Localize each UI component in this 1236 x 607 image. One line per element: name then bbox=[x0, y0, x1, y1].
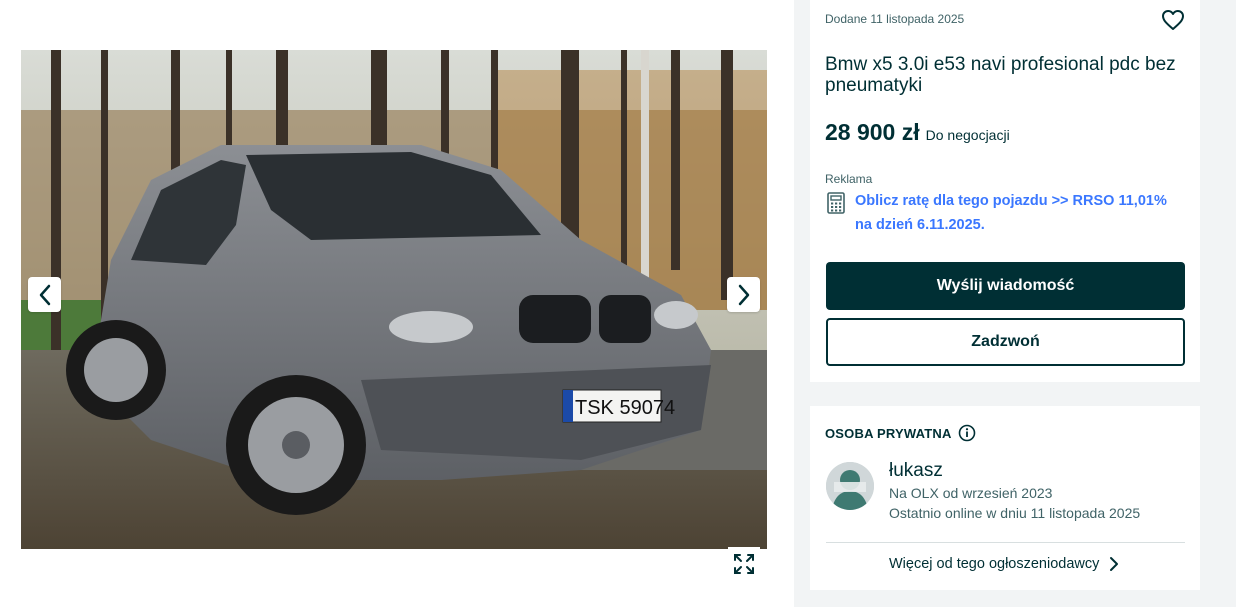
seller-type: OSOBA PRYWATNA bbox=[825, 424, 976, 442]
photo-gallery: TSK 59074 bbox=[0, 0, 794, 607]
gallery-prev-button[interactable] bbox=[28, 277, 61, 312]
license-plate-text: TSK 59074 bbox=[575, 397, 675, 419]
more-from-seller-link[interactable]: Więcej od tego ogłoszeniodawcy bbox=[889, 556, 1119, 572]
loan-calculator-link[interactable]: Oblicz ratę dla tego pojazdu >> RRSO 11,… bbox=[855, 189, 1185, 237]
ad-label: Reklama bbox=[825, 172, 873, 186]
seller-card: OSOBA PRYWATNA łukasz Na OLX od wrzesień… bbox=[810, 406, 1200, 590]
chevron-right-icon bbox=[738, 284, 749, 305]
listing-sidebar: Dodane 11 listopada 2025 Bmw x5 3.0i e53… bbox=[794, 0, 1236, 607]
posted-date: Dodane 11 listopada 2025 bbox=[825, 12, 965, 26]
seller-type-label: OSOBA PRYWATNA bbox=[825, 425, 952, 441]
info-icon[interactable] bbox=[958, 424, 976, 442]
price-row: 28 900 zł Do negocjacji bbox=[825, 119, 1010, 146]
gallery-fullscreen-button[interactable] bbox=[728, 547, 760, 580]
listing-photo[interactable]: TSK 59074 bbox=[21, 50, 767, 549]
car-photo-illustration: TSK 59074 bbox=[21, 50, 767, 549]
seller-member-since: Na OLX od wrzesień 2023 bbox=[889, 485, 1053, 501]
listing-title: Bmw x5 3.0i e53 navi profesional pdc bez… bbox=[825, 54, 1176, 96]
avatar bbox=[826, 462, 874, 510]
divider bbox=[826, 542, 1185, 543]
more-from-seller-label: Więcej od tego ogłoszeniodawcy bbox=[889, 556, 1100, 572]
seller-name: łukasz bbox=[889, 460, 943, 481]
seller-last-online: Ostatnio online w dniu 11 listopada 2025 bbox=[889, 505, 1141, 521]
loan-calculator-row: Oblicz ratę dla tego pojazdu >> RRSO 11,… bbox=[825, 189, 1185, 237]
send-message-button[interactable]: Wyślij wiadomość bbox=[826, 262, 1185, 310]
negotiable-label: Do negocjacji bbox=[925, 127, 1010, 143]
favorite-button[interactable] bbox=[1160, 7, 1186, 33]
chevron-left-icon bbox=[39, 284, 50, 305]
listing-summary-card: Dodane 11 listopada 2025 Bmw x5 3.0i e53… bbox=[810, 0, 1200, 382]
heart-icon bbox=[1162, 10, 1184, 30]
expand-icon bbox=[734, 553, 754, 574]
user-avatar-icon bbox=[826, 462, 874, 510]
chevron-right-icon bbox=[1110, 557, 1119, 571]
call-button[interactable]: Zadzwoń bbox=[826, 318, 1185, 366]
gallery-next-button[interactable] bbox=[727, 277, 760, 312]
calculator-icon bbox=[827, 192, 845, 214]
price: 28 900 zł bbox=[825, 119, 920, 145]
